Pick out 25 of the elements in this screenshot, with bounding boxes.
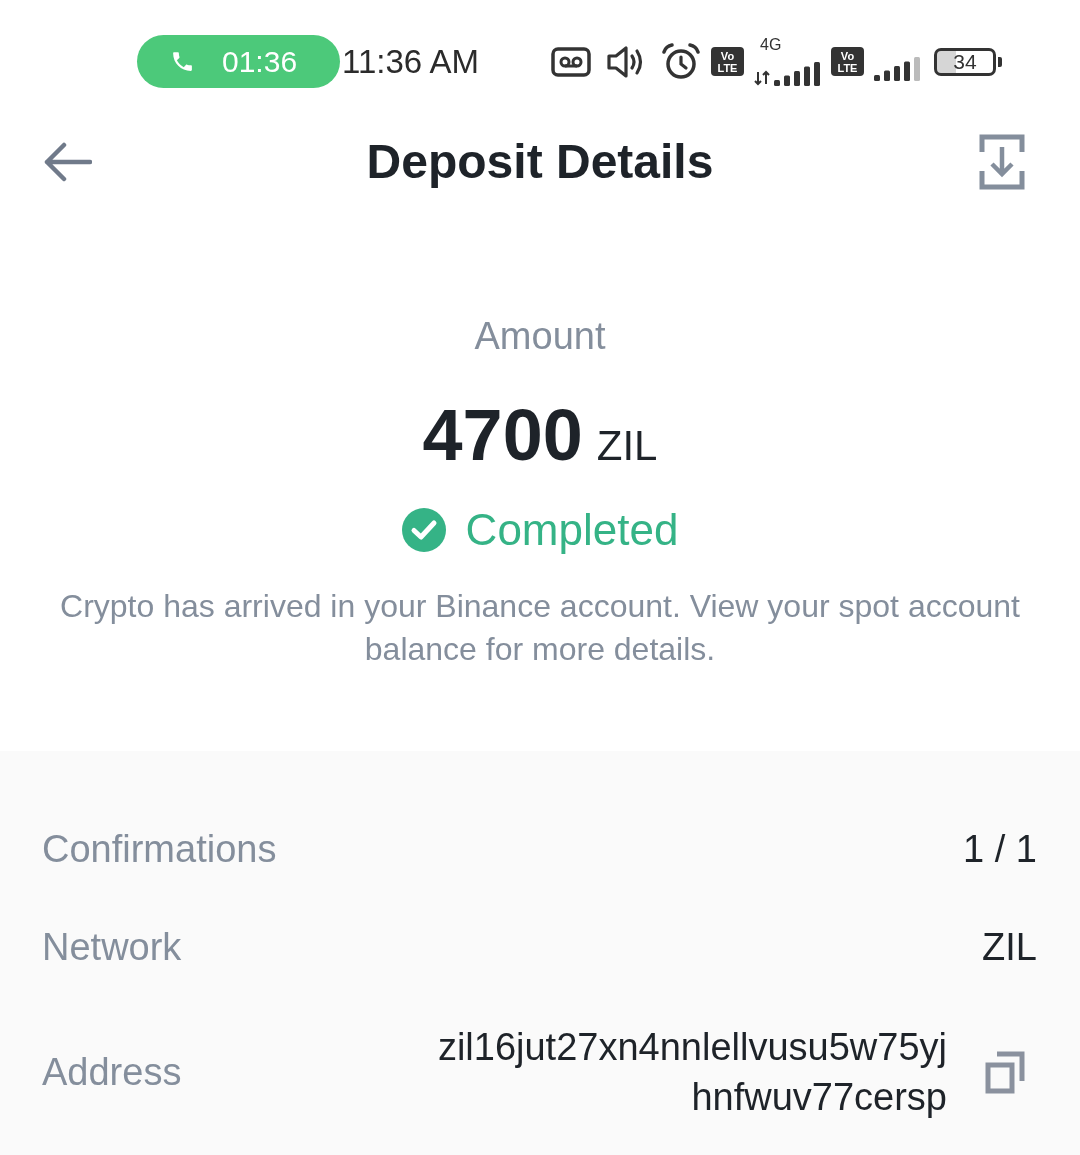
copy-icon[interactable] [985,1050,1025,1094]
alarm-clock-icon [662,42,700,81]
status-label: Completed [465,504,679,556]
amount-value: 4700 [422,395,583,475]
download-icon[interactable] [979,134,1025,190]
status-message: Crypto has arrived in your Binance account. View your spot account balance for more details. [59,587,1021,669]
page-title: Deposit Details [366,138,714,186]
voicemail-icon [551,46,591,77]
amount-label: Amount [474,314,606,359]
clock-time: 11:36 AM [342,45,479,78]
call-pill[interactable]: 01:36 [137,35,340,88]
volte-badge: Vo LTE [711,47,744,76]
detail-value: ZIL [982,925,1037,970]
phone-icon [170,49,195,74]
volte-badge: Vo LTE [831,47,864,76]
currency-label: ZIL [596,422,658,470]
call-timer: 01:36 [222,46,298,77]
detail-label: Address [42,1050,182,1095]
address-value: zil16jut27xn4nnlellvusu5w75yjhnfwuv77cersp [436,1025,947,1120]
detail-label: Network [42,925,182,970]
network-type-label: 4G [760,36,782,53]
detail-value: 1 / 1 [963,827,1037,872]
detail-label: Confirmations [42,827,277,872]
back-arrow-icon[interactable] [42,142,92,182]
battery-indicator: 34 [934,47,1002,76]
